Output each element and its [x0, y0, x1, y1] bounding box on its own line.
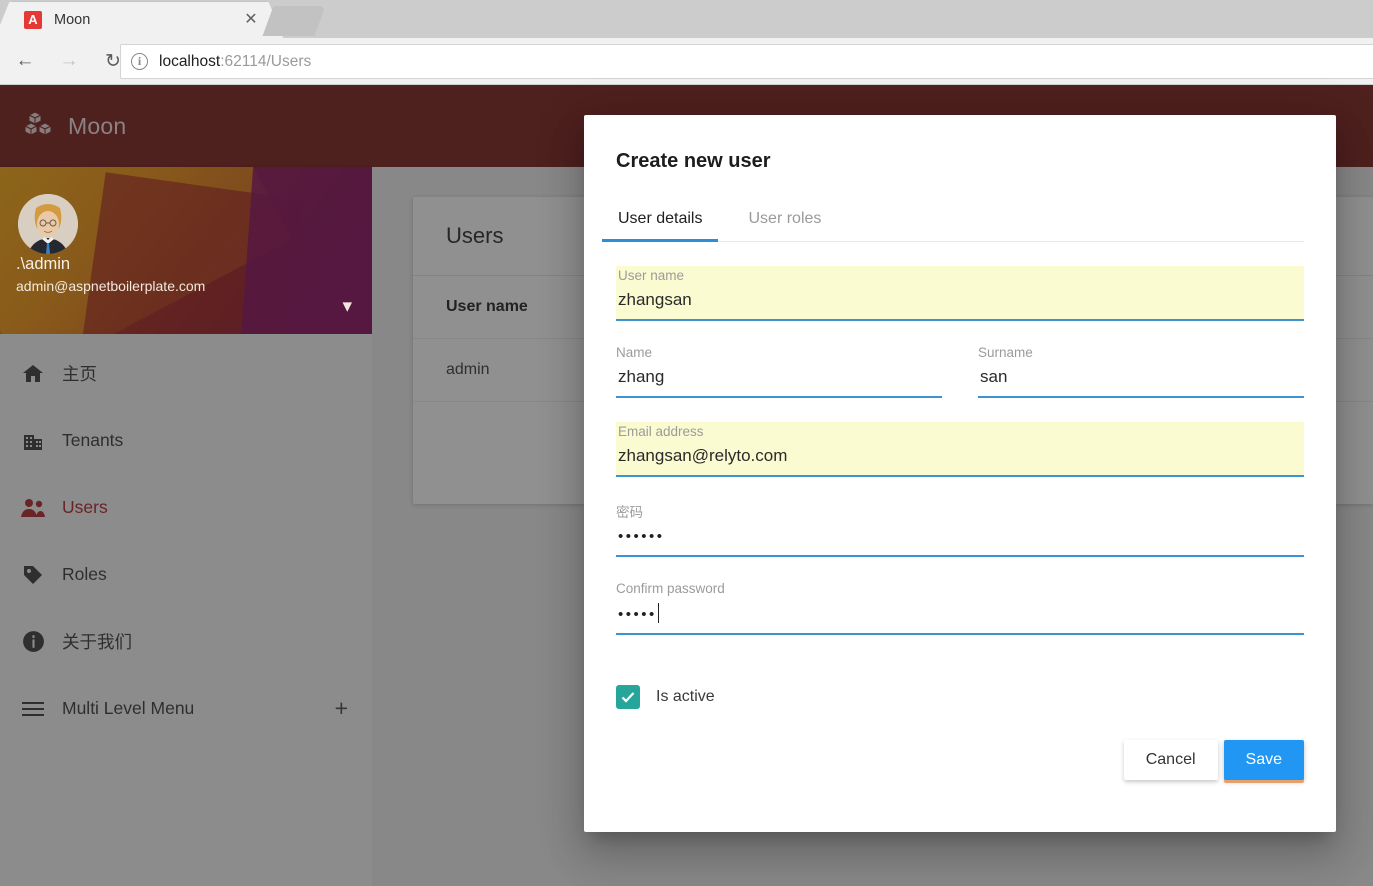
profile-text: .\admin admin@aspnetboilerplate.com: [16, 255, 205, 294]
url-text: localhost:62114/Users: [159, 53, 311, 71]
profile-email: admin@aspnetboilerplate.com: [16, 278, 206, 294]
username-input[interactable]: zhangsan: [616, 283, 1304, 319]
new-tab-button[interactable]: [262, 6, 326, 36]
tab-strip: A Moon ✕: [0, 0, 1373, 38]
browser-tab[interactable]: A Moon ✕: [10, 2, 268, 38]
surname-label: Surname: [978, 345, 1033, 360]
password-input[interactable]: ••••••: [616, 521, 1304, 555]
profile-name: .\admin: [16, 255, 71, 273]
favicon-icon: A: [24, 11, 42, 29]
text-caret: [657, 603, 659, 623]
confirm-password-field[interactable]: Confirm password •••••: [616, 581, 1304, 635]
save-button[interactable]: Save: [1223, 740, 1304, 780]
email-input[interactable]: zhangsan@relyto.com: [616, 439, 1304, 475]
password-field[interactable]: 密码 ••••••: [616, 501, 1304, 557]
chevron-down-icon[interactable]: ▾: [342, 297, 352, 316]
dialog-title: Create new user: [616, 150, 771, 172]
address-bar[interactable]: i localhost:62114/Users: [120, 44, 1373, 79]
forward-arrow-icon[interactable]: →: [50, 42, 88, 80]
info-circle-icon[interactable]: i: [131, 53, 148, 70]
name-surname-row: Name zhang Surname san: [616, 321, 1304, 398]
is-active-label: Is active: [656, 688, 715, 705]
browser-tab-bar: A Moon ✕: [0, 0, 1373, 38]
email-label: Email address: [616, 422, 1304, 439]
password-label: 密码: [616, 505, 643, 520]
name-input[interactable]: zhang: [616, 360, 942, 396]
email-field[interactable]: Email address zhangsan@relyto.com: [616, 422, 1304, 477]
confirm-password-input[interactable]: •••••: [616, 596, 1304, 633]
back-arrow-icon[interactable]: ←: [6, 42, 44, 80]
cancel-button[interactable]: Cancel: [1123, 740, 1218, 780]
username-label: User name: [616, 266, 1304, 283]
user-details-form: User name zhangsan Name zhang Surname sa…: [584, 266, 1336, 709]
tab-user-roles[interactable]: User roles: [746, 200, 823, 241]
confirm-password-label: Confirm password: [616, 581, 725, 596]
name-label: Name: [616, 345, 653, 360]
dialog-actions: Cancel Save: [1123, 740, 1304, 780]
close-icon[interactable]: ✕: [242, 11, 260, 29]
user-avatar[interactable]: [18, 194, 78, 254]
confirm-password-value: •••••: [618, 606, 657, 623]
tab-title: Moon: [54, 12, 91, 28]
name-field[interactable]: Name zhang: [616, 345, 942, 398]
browser-toolbar: ← → ↻ i localhost:62114/Users: [0, 38, 1373, 85]
url-path: :62114/Users: [220, 52, 312, 70]
surname-input[interactable]: san: [978, 360, 1304, 396]
is-active-row[interactable]: Is active: [616, 685, 1304, 709]
create-user-dialog: Create new user User details User roles …: [584, 115, 1336, 832]
tab-user-details[interactable]: User details: [601, 200, 720, 242]
dialog-tabs: User details User roles: [601, 200, 1304, 242]
username-field[interactable]: User name zhangsan: [616, 266, 1304, 321]
url-host: localhost: [159, 52, 221, 70]
is-active-checkbox[interactable]: [616, 685, 640, 709]
surname-field[interactable]: Surname san: [978, 345, 1304, 398]
